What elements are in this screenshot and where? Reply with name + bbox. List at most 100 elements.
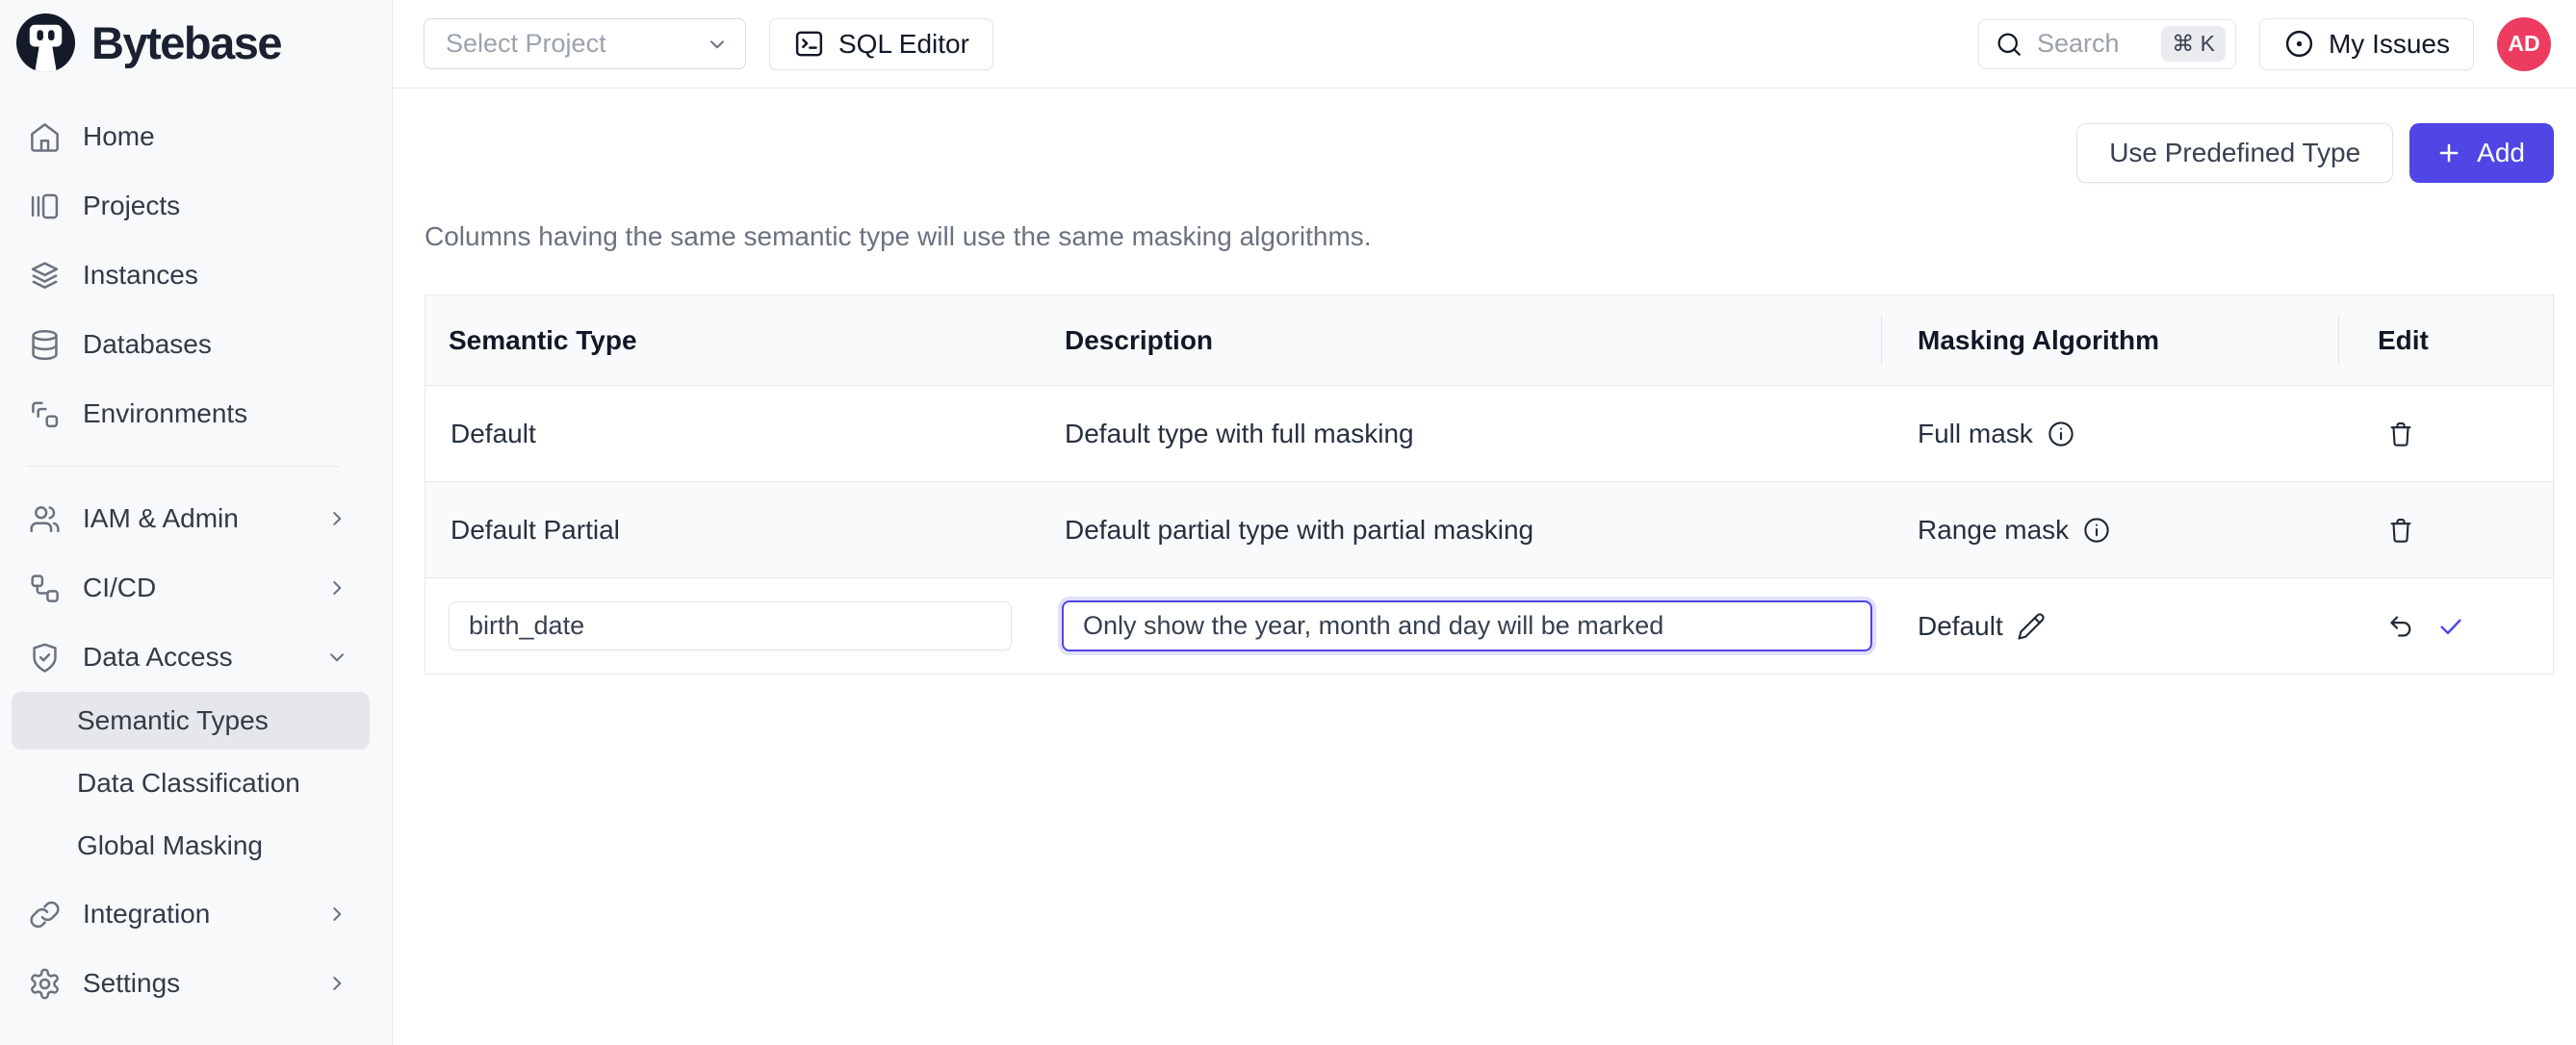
- sql-editor-button[interactable]: SQL Editor: [769, 18, 993, 70]
- semantic-type-input[interactable]: [449, 601, 1012, 650]
- chevron-right-icon: [324, 575, 349, 600]
- page-description: Columns having the same semantic type wi…: [425, 221, 2554, 252]
- my-issues-button[interactable]: My Issues: [2259, 18, 2474, 70]
- cell-semantic-type-edit: [425, 601, 1045, 650]
- sidebar-item-label: Global Masking: [77, 830, 263, 861]
- cell-semantic-type: Default Partial: [425, 515, 1045, 546]
- masking-algorithm-label: Default: [1918, 611, 2003, 642]
- sidebar-item-data-access[interactable]: Data Access: [0, 623, 392, 692]
- circle-dot-icon: [2283, 28, 2315, 60]
- my-issues-label: My Issues: [2329, 29, 2450, 60]
- cell-edit-actions: [2338, 612, 2553, 641]
- brand-logo[interactable]: Bytebase: [0, 0, 392, 77]
- sidebar: Bytebase Home Projects Instances Databas…: [0, 0, 393, 1045]
- sidebar-item-global-masking[interactable]: Global Masking: [12, 817, 370, 875]
- projects-icon: [28, 190, 62, 223]
- sidebar-item-label: Integration: [83, 899, 210, 930]
- project-select-placeholder: Select Project: [446, 29, 606, 59]
- topbar-right: Search ⌘ K My Issues AD: [1978, 17, 2551, 71]
- pencil-icon[interactable]: [2017, 612, 2046, 641]
- chevron-right-icon: [324, 506, 349, 531]
- sidebar-item-label: Environments: [83, 398, 247, 429]
- sidebar-nav: Home Projects Instances Databases Enviro…: [0, 77, 392, 1018]
- sidebar-item-label: Settings: [83, 968, 180, 999]
- trash-icon[interactable]: [2386, 516, 2415, 545]
- gear-icon: [28, 967, 62, 1001]
- undo-icon[interactable]: [2386, 612, 2415, 641]
- search-input[interactable]: Search ⌘ K: [1978, 19, 2236, 69]
- cell-semantic-type: Default: [425, 419, 1045, 449]
- table-row: Default Default type with full masking F…: [425, 385, 2553, 481]
- shield-check-icon: [28, 641, 62, 675]
- cell-edit: [2338, 420, 2553, 448]
- add-button-label: Add: [2477, 138, 2525, 168]
- info-icon[interactable]: [2047, 420, 2075, 448]
- chevron-down-icon: [324, 645, 349, 670]
- table-row: Default Partial Default partial type wit…: [425, 481, 2553, 577]
- use-predefined-type-button[interactable]: Use Predefined Type: [2076, 123, 2393, 183]
- sidebar-item-instances[interactable]: Instances: [0, 241, 392, 310]
- sidebar-item-projects[interactable]: Projects: [0, 171, 392, 241]
- sidebar-item-label: Instances: [83, 260, 198, 291]
- semantic-types-page: Use Predefined Type Add Columns having t…: [393, 89, 2576, 1045]
- terminal-icon: [793, 28, 825, 60]
- sidebar-item-label: Projects: [83, 191, 180, 221]
- project-select[interactable]: Select Project: [424, 18, 746, 69]
- sidebar-item-data-classification[interactable]: Data Classification: [12, 754, 370, 812]
- search-shortcut-badge: ⌘ K: [2161, 26, 2226, 62]
- table-row-editing: Default: [425, 577, 2553, 674]
- sidebar-item-label: IAM & Admin: [83, 503, 239, 534]
- cell-description: Default partial type with partial maskin…: [1045, 515, 1881, 546]
- cell-masking-algorithm: Default: [1881, 611, 2338, 642]
- info-icon[interactable]: [2082, 516, 2111, 545]
- cell-masking-algorithm: Range mask: [1881, 515, 2338, 546]
- header-masking-algorithm: Masking Algorithm: [1881, 295, 2338, 385]
- sidebar-item-databases[interactable]: Databases: [0, 310, 392, 379]
- brand-name: Bytebase: [91, 16, 281, 69]
- search-placeholder: Search: [2037, 29, 2120, 59]
- add-button[interactable]: Add: [2409, 123, 2554, 183]
- sidebar-item-home[interactable]: Home: [0, 102, 392, 171]
- layers-icon: [28, 259, 62, 293]
- check-icon[interactable]: [2436, 612, 2465, 641]
- sidebar-item-label: Data Access: [83, 642, 233, 673]
- app-root: Bytebase Home Projects Instances Databas…: [0, 0, 2576, 1045]
- avatar[interactable]: AD: [2497, 17, 2551, 71]
- semantic-types-table: Semantic Type Description Masking Algori…: [425, 294, 2554, 675]
- sidebar-item-settings[interactable]: Settings: [0, 949, 392, 1018]
- sidebar-item-label: Semantic Types: [77, 705, 269, 736]
- sidebar-item-label: Databases: [83, 329, 212, 360]
- sql-editor-label: SQL Editor: [838, 29, 969, 60]
- sidebar-item-integration[interactable]: Integration: [0, 879, 392, 949]
- users-icon: [28, 502, 62, 536]
- sidebar-item-label: Home: [83, 121, 155, 152]
- search-icon: [1995, 30, 2023, 59]
- cicd-icon: [28, 572, 62, 605]
- sidebar-divider: [27, 466, 340, 467]
- plus-icon: [2434, 139, 2463, 167]
- chevron-down-icon: [705, 32, 730, 57]
- sidebar-item-semantic-types[interactable]: Semantic Types: [12, 692, 370, 750]
- page-actions: Use Predefined Type Add: [425, 123, 2554, 183]
- sidebar-item-cicd[interactable]: CI/CD: [0, 553, 392, 623]
- masking-algorithm-label: Full mask: [1918, 419, 2033, 449]
- table-header-row: Semantic Type Description Masking Algori…: [425, 295, 2553, 385]
- sidebar-item-iam-admin[interactable]: IAM & Admin: [0, 484, 392, 553]
- header-edit: Edit: [2338, 295, 2553, 385]
- topbar: Select Project SQL Editor Search ⌘ K My …: [393, 0, 2576, 89]
- link-icon: [28, 898, 62, 931]
- home-icon: [28, 120, 62, 154]
- description-input[interactable]: [1062, 600, 1872, 651]
- bytebase-logo-icon: [15, 13, 76, 73]
- main-column: Select Project SQL Editor Search ⌘ K My …: [393, 0, 2576, 1045]
- sidebar-item-environments[interactable]: Environments: [0, 379, 392, 448]
- cell-description: Default type with full masking: [1045, 419, 1881, 449]
- masking-algorithm-label: Range mask: [1918, 515, 2069, 546]
- environments-icon: [28, 397, 62, 431]
- trash-icon[interactable]: [2386, 420, 2415, 448]
- sidebar-item-label: Data Classification: [77, 768, 300, 799]
- chevron-right-icon: [324, 902, 349, 927]
- sidebar-item-label: CI/CD: [83, 573, 156, 603]
- cell-masking-algorithm: Full mask: [1881, 419, 2338, 449]
- header-semantic-type: Semantic Type: [425, 295, 1045, 385]
